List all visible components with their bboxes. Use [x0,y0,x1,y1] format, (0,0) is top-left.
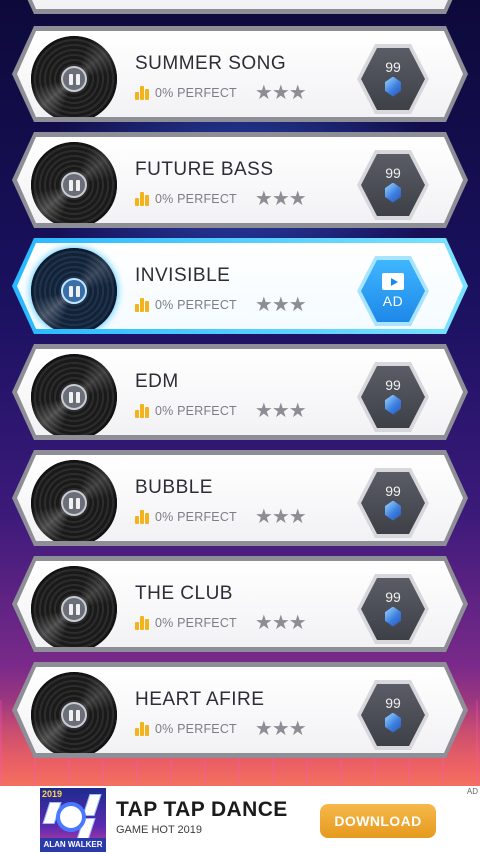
piano-tile [82,794,102,816]
ad-app-subtitle: GAME HOT 2019 [116,824,202,836]
gem-cost: 99 [385,376,401,393]
song-title: HEART AFIRE [135,689,265,710]
song-title: SUMMER SONG [135,53,287,74]
gem-icon [385,500,401,521]
song-card[interactable]: FUTURE BASS 0% PERFECT ★★★ 99 [12,132,468,228]
gem-icon [385,76,401,97]
gem-cost: 99 [385,588,401,605]
song-list[interactable]: SUMMER SONG 0% PERFECT ★★★ 99 FUTURE BAS… [0,0,480,770]
bar-chart-icon [135,192,151,206]
star-icon: ★★★ [254,718,307,740]
perfect-percent: 0% PERFECT [155,722,237,736]
song-card[interactable]: EDM 0% PERFECT ★★★ 99 [12,344,468,440]
gem-icon [385,606,401,627]
pause-icon[interactable] [61,702,87,728]
ad-app-thumbnail[interactable]: 2019 ALAN WALKER [40,788,106,852]
perfect-percent: 0% PERFECT [155,616,237,630]
song-card[interactable]: THE CLUB 0% PERFECT ★★★ 99 [12,556,468,652]
song-meta: 0% PERFECT ★★★ [135,612,307,634]
song-card-body: BUBBLE 0% PERFECT ★★★ 99 [17,455,463,541]
song-title: EDM [135,371,179,392]
star-icon: ★★★ [254,400,307,422]
gem-icon [385,712,401,733]
song-card-body: HEART AFIRE 0% PERFECT ★★★ 99 [17,667,463,753]
song-card-body: INVISIBLE 0% PERFECT ★★★ AD [17,243,463,329]
ad-app-title[interactable]: TAP TAP DANCE [116,798,288,822]
gem-cost: 99 [385,58,401,75]
song-card-body [17,0,463,9]
song-card[interactable]: BUBBLE 0% PERFECT ★★★ 99 [12,450,468,546]
ad-label: AD [382,293,404,309]
perfect-percent: 0% PERFECT [155,86,237,100]
song-meta: 0% PERFECT ★★★ [135,294,307,316]
song-card[interactable]: HEART AFIRE 0% PERFECT ★★★ 99 [12,662,468,758]
song-title: INVISIBLE [135,265,231,286]
unlock-gem-button[interactable]: 99 [357,150,429,220]
unlock-gem-button[interactable]: 99 [357,44,429,114]
pause-icon[interactable] [61,278,87,304]
perfect-percent: 0% PERFECT [155,192,237,206]
song-card-body: THE CLUB 0% PERFECT ★★★ 99 [17,561,463,647]
bar-chart-icon [135,404,151,418]
gem-icon [385,182,401,203]
bar-chart-icon [135,510,151,524]
ball-icon [60,806,82,828]
song-title: THE CLUB [135,583,233,604]
song-card-body: EDM 0% PERFECT ★★★ 99 [17,349,463,435]
bar-chart-icon [135,616,151,630]
song-title: BUBBLE [135,477,213,498]
video-ad-icon [382,273,404,290]
perfect-percent: 0% PERFECT [155,298,237,312]
thumb-year: 2019 [42,789,63,799]
star-icon: ★★★ [254,188,307,210]
thumb-caption: ALAN WALKER [40,838,106,852]
song-card[interactable] [12,0,468,14]
song-title: FUTURE BASS [135,159,274,180]
pause-icon[interactable] [61,490,87,516]
unlock-gem-button[interactable]: 99 [357,574,429,644]
star-icon: ★★★ [254,82,307,104]
pause-icon[interactable] [61,172,87,198]
pause-icon[interactable] [61,596,87,622]
song-meta: 0% PERFECT ★★★ [135,188,307,210]
perfect-percent: 0% PERFECT [155,404,237,418]
watch-ad-button[interactable]: AD [357,256,429,326]
pause-icon[interactable] [61,66,87,92]
bar-chart-icon [135,86,151,100]
star-icon: ★★★ [254,612,307,634]
song-card-selected[interactable]: INVISIBLE 0% PERFECT ★★★ AD [12,238,468,334]
gem-icon [385,394,401,415]
song-meta: 0% PERFECT ★★★ [135,506,307,528]
unlock-gem-button[interactable]: 99 [357,680,429,750]
star-icon: ★★★ [254,294,307,316]
perfect-percent: 0% PERFECT [155,510,237,524]
unlock-gem-button[interactable]: 99 [357,362,429,432]
gem-cost: 99 [385,482,401,499]
song-card-body: SUMMER SONG 0% PERFECT ★★★ 99 [17,31,463,117]
gem-cost: 99 [385,164,401,181]
ad-corner-label[interactable]: AD [467,787,478,796]
unlock-gem-button[interactable]: 99 [357,468,429,538]
song-meta: 0% PERFECT ★★★ [135,400,307,422]
piano-tile [42,802,62,824]
song-meta: 0% PERFECT ★★★ [135,718,307,740]
gem-cost: 99 [385,694,401,711]
song-card-body: FUTURE BASS 0% PERFECT ★★★ 99 [17,137,463,223]
song-meta: 0% PERFECT ★★★ [135,82,307,104]
pause-icon[interactable] [61,384,87,410]
song-card[interactable]: SUMMER SONG 0% PERFECT ★★★ 99 [12,26,468,122]
download-button[interactable]: DOWNLOAD [320,804,436,838]
star-icon: ★★★ [254,506,307,528]
bar-chart-icon [135,722,151,736]
ad-banner[interactable]: 2019 ALAN WALKER TAP TAP DANCE GAME HOT … [0,786,480,854]
bar-chart-icon [135,298,151,312]
